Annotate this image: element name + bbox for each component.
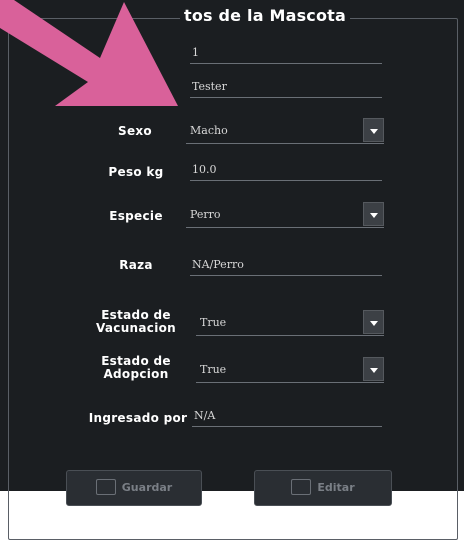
ingresado-label: Ingresado por — [88, 411, 188, 425]
raza-field[interactable]: NA/Perro — [190, 254, 382, 276]
name-field[interactable]: Tester — [190, 76, 382, 98]
chevron-down-icon[interactable] — [363, 357, 384, 381]
vacunacion-select-value: True — [200, 316, 227, 329]
save-icon — [95, 479, 116, 495]
sexo-select[interactable]: Macho — [186, 118, 384, 144]
screen: tos de la Mascota 1 Tester Sexo Macho Pe… — [0, 0, 472, 540]
chevron-down-icon[interactable] — [363, 118, 384, 142]
raza-label: Raza — [119, 258, 153, 272]
chevron-down-icon[interactable] — [363, 202, 384, 226]
edit-icon — [291, 479, 312, 495]
adopcion-label-line2: Adopcion — [103, 367, 169, 381]
especie-select-value: Perro — [190, 208, 221, 221]
pointer-arrow-shape — [0, 0, 178, 106]
sexo-select-value: Macho — [190, 124, 228, 137]
id-field[interactable]: 1 — [190, 42, 382, 64]
adopcion-select[interactable]: True — [196, 357, 384, 383]
background-strip — [464, 0, 472, 491]
peso-field[interactable]: 10.0 — [190, 159, 382, 181]
guardar-button[interactable]: Guardar — [66, 470, 202, 506]
vacunacion-label: Estado de Vacunacion — [84, 309, 188, 335]
pointer-arrow-icon — [0, 0, 178, 106]
adopcion-label: Estado de Adopcion — [84, 355, 188, 381]
peso-label: Peso kg — [108, 165, 164, 179]
vacunacion-select[interactable]: True — [196, 310, 384, 336]
editar-button[interactable]: Editar — [254, 470, 392, 506]
chevron-down-icon[interactable] — [363, 310, 384, 334]
group-title: tos de la Mascota — [180, 6, 351, 26]
ingresado-field[interactable]: N/A — [192, 405, 382, 427]
especie-label: Especie — [109, 209, 163, 223]
vacunacion-label-line2: Vacunacion — [95, 321, 177, 335]
adopcion-select-value: True — [200, 363, 227, 376]
sexo-label: Sexo — [118, 124, 152, 138]
guardar-button-label: Guardar — [121, 481, 173, 494]
especie-select[interactable]: Perro — [186, 202, 384, 228]
editar-button-label: Editar — [317, 481, 355, 494]
